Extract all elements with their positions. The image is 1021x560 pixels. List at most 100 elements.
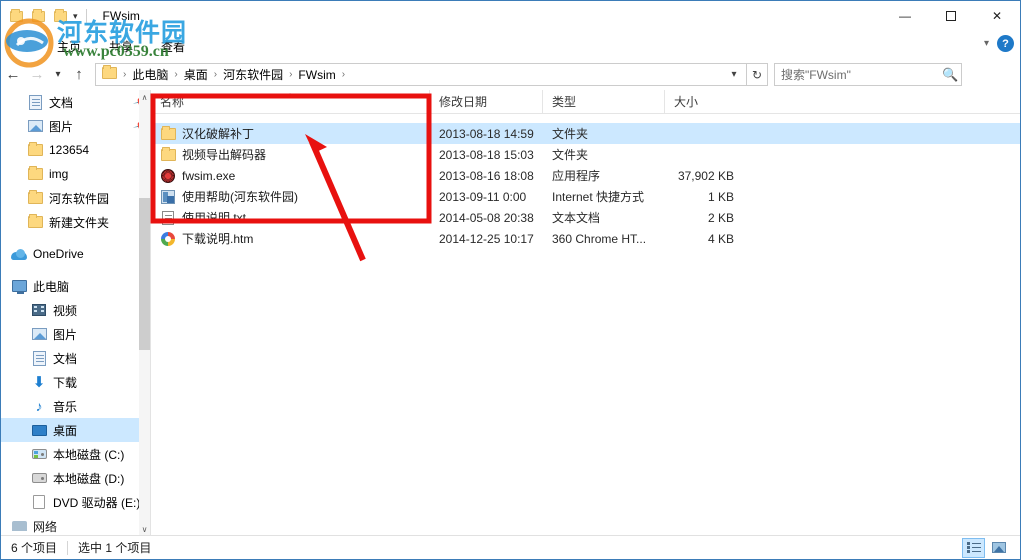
breadcrumb-item-fwsim[interactable]: FWsim [294,66,339,84]
minimize-button[interactable]: — [882,1,928,31]
ribbon-tab-bar: 主页 共享 查看 ▾ ? [1,31,1020,59]
sidebar-item-this-pc[interactable]: 此电脑 [1,274,150,298]
table-row[interactable]: 使用说明.txt 2014-05-08 20:38 文本文档 2 KB [151,207,1020,228]
column-label: 修改日期 [439,95,488,109]
sidebar-item-pictures-quick[interactable]: 图片 📌 [1,114,150,138]
breadcrumb[interactable]: › 此电脑 › 桌面 › 河东软件园 › FWsim › ▾ [95,63,747,86]
download-icon: ⬇ [32,373,46,391]
file-name-cell[interactable]: fwsim.exe [151,168,430,184]
table-row[interactable]: 下载说明.htm 2014-12-25 10:17 360 Chrome HT.… [151,228,1020,249]
new-folder-icon[interactable] [29,7,47,25]
breadcrumb-item-hedong[interactable]: 河东软件园 [219,64,287,85]
sidebar-item-documents[interactable]: 文档 [1,346,150,370]
folder-icon [27,166,43,182]
sidebar-item-local-disk-c[interactable]: 本地磁盘 (C:) [1,442,150,466]
folder-icon [27,142,43,158]
selection-count-label: 选中 1 个项目 [78,541,152,555]
address-dropdown-icon[interactable]: ▾ [724,64,744,85]
document-icon [31,350,47,366]
close-button[interactable]: ✕ [974,1,1020,31]
file-type-cell: 360 Chrome HT... [552,231,647,246]
file-name-label: 视频导出解码器 [182,148,267,162]
file-type-cell: 文件夹 [552,148,589,162]
scrollbar-thumb[interactable] [139,198,150,350]
folder-icon [160,125,176,142]
file-name-cell[interactable]: 使用说明.txt [151,209,430,226]
search-icon[interactable]: 🔍 [942,68,958,81]
sidebar-item-dvd-drive-e[interactable]: DVD 驱动器 (E:) [1,490,150,514]
breadcrumb-separator[interactable]: › [287,69,294,80]
sidebar-item-hedong[interactable]: 河东软件园 [1,186,150,210]
help-icon[interactable]: ? [997,35,1014,52]
file-name-cell[interactable]: 汉化破解补丁 [151,125,430,142]
status-separator [67,540,69,555]
sidebar-item-onedrive[interactable]: OneDrive [1,242,150,266]
item-count-label: 6 个项目 [11,541,58,555]
folder-icon [27,214,43,230]
table-row[interactable]: 视频导出解码器 2013-08-18 15:03 文件夹 [151,144,1020,165]
sidebar-item-label: 本地磁盘 (C:) [53,447,125,462]
breadcrumb-separator[interactable]: › [340,69,347,80]
table-row[interactable]: 使用帮助(河东软件园) 2013-09-11 0:00 Internet 快捷方… [151,186,1020,207]
text-file-icon [160,210,176,226]
folder-icon [160,146,176,163]
title-separator [85,9,87,23]
harddisk-icon [31,470,47,486]
column-header-row: ∧ 名称 修改日期 类型 大小 [151,90,1020,114]
sidebar-item-documents-quick[interactable]: 文档 📌 [1,90,150,114]
tab-view[interactable]: 查看 [147,36,199,59]
cloud-icon [11,246,27,262]
folder-properties-icon[interactable] [7,7,25,25]
paste-shortcut-icon[interactable] [51,7,69,25]
sidebar-item-img[interactable]: img [1,162,150,186]
chevron-down-icon[interactable]: ▾ [984,38,989,49]
sidebar-item-music[interactable]: ♪ 音乐 [1,394,150,418]
refresh-button[interactable]: ↻ [746,63,768,86]
file-name-cell[interactable]: 使用帮助(河东软件园) [151,188,430,205]
sidebar-item-videos[interactable]: 视频 [1,298,150,322]
window-controls: — ✕ [882,1,1020,31]
breadcrumb-item-this-pc[interactable]: 此电脑 [128,64,172,85]
forward-button[interactable]: → [25,63,49,87]
sidebar-item-123654[interactable]: 123654 [1,138,150,162]
status-bar: 6 个项目 选中 1 个项目 [1,535,1020,559]
breadcrumb-separator[interactable]: › [172,69,179,80]
sidebar-item-downloads[interactable]: ⬇ 下载 [1,370,150,394]
large-icons-view-icon[interactable] [987,538,1010,558]
address-right-controls: ▾ [724,64,744,85]
tab-home[interactable]: 主页 [43,36,95,59]
file-date-cell: 2013-08-18 14:59 [439,126,534,141]
file-name-label: fwsim.exe [182,168,236,183]
sidebar-item-desktop[interactable]: 桌面 [1,418,150,442]
sidebar-item-local-disk-d[interactable]: 本地磁盘 (D:) [1,466,150,490]
details-view-icon[interactable] [962,537,985,558]
column-type[interactable]: 类型 [543,90,665,114]
recent-locations-button[interactable]: ▾ [49,63,67,87]
column-size[interactable]: 大小 [665,90,740,114]
column-date[interactable]: 修改日期 [430,90,543,114]
table-row[interactable]: 汉化破解补丁 2013-08-18 14:59 文件夹 [151,123,1020,144]
file-date-cell: 2013-09-11 0:00 [439,189,527,204]
up-button[interactable]: ↑ [67,63,91,87]
sidebar-item-label: DVD 驱动器 (E:) [53,495,141,510]
maximize-button[interactable] [928,1,974,31]
tab-share[interactable]: 共享 [95,36,147,59]
back-button[interactable]: ← [1,63,25,87]
window-title: FWsim [102,9,140,23]
sidebar-item-new-folder[interactable]: 新建文件夹 [1,210,150,234]
breadcrumb-separator[interactable]: › [212,69,219,80]
table-row[interactable]: fwsim.exe 2013-08-16 18:08 应用程序 37,902 K… [151,165,1020,186]
sidebar-scrollbar[interactable]: ∧ ∨ [139,90,150,536]
scroll-down-icon[interactable]: ∨ [139,522,150,536]
sidebar-item-pictures[interactable]: 图片 [1,322,150,346]
customize-quick-access-chevron-icon[interactable]: ▾ [73,11,78,21]
sidebar-item-network[interactable]: 网络 [1,514,150,536]
search-input[interactable]: 搜索"FWsim" 🔍 [774,63,962,86]
file-name-cell[interactable]: 视频导出解码器 [151,146,430,163]
breadcrumb-item-desktop[interactable]: 桌面 [180,64,212,85]
sidebar-item-label: 图片 [49,119,74,134]
file-name-cell[interactable]: 下载说明.htm [151,230,430,247]
scroll-up-icon[interactable]: ∧ [139,90,150,104]
column-name[interactable]: ∧ 名称 [151,90,430,114]
breadcrumb-separator: › [123,69,127,80]
